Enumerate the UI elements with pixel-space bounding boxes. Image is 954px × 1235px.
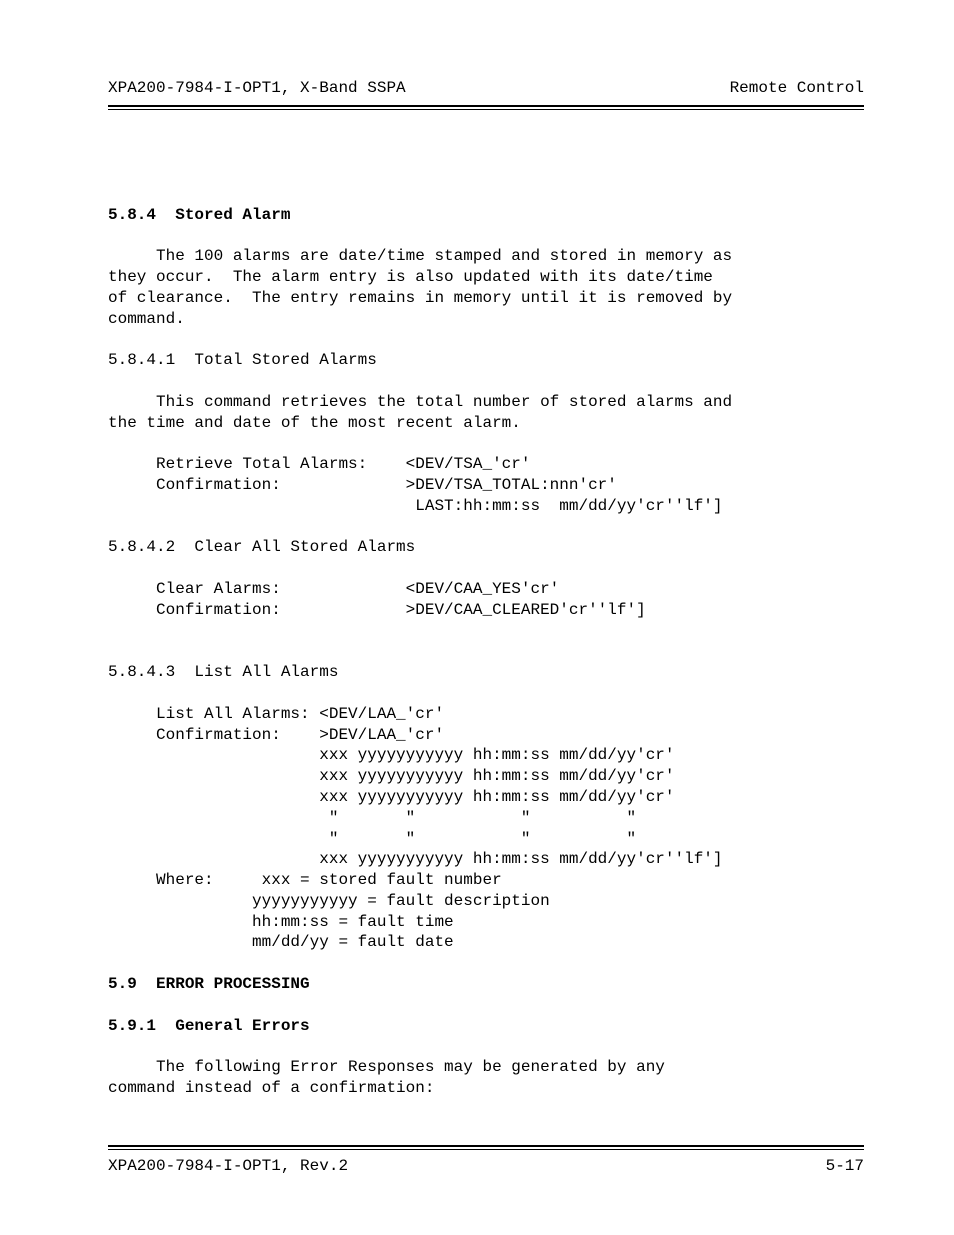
heading-5-8-4-1: 5.8.4.1 Total Stored Alarms [108, 351, 377, 369]
header-rule-heavy [108, 105, 864, 107]
block-5-8-4-1: Retrieve Total Alarms: <DEV/TSA_'cr' Con… [108, 455, 723, 515]
heading-5-9: 5.9 ERROR PROCESSING [108, 975, 310, 993]
heading-5-8-4-3: 5.8.4.3 List All Alarms [108, 663, 338, 681]
header-left: XPA200-7984-I-OPT1, X-Band SSPA [108, 78, 406, 99]
heading-5-8-4: 5.8.4 Stored Alarm [108, 206, 290, 224]
footer-rule-light [108, 1149, 864, 1150]
page-footer: XPA200-7984-I-OPT1, Rev.2 5-17 [108, 1145, 864, 1177]
block-5-8-4-2: Clear Alarms: <DEV/CAA_YES'cr' Confirmat… [108, 580, 646, 619]
body-content: 5.8.4 Stored Alarm The 100 alarms are da… [108, 110, 864, 1099]
footer-left: XPA200-7984-I-OPT1, Rev.2 [108, 1156, 348, 1177]
para-5-8-4: The 100 alarms are date/time stamped and… [108, 247, 732, 327]
page-header: XPA200-7984-I-OPT1, X-Band SSPA Remote C… [108, 78, 864, 99]
para-5-8-4-1: This command retrieves the total number … [108, 393, 732, 432]
block-5-8-4-3: List All Alarms: <DEV/LAA_'cr' Confirmat… [108, 705, 723, 952]
heading-5-9-1: 5.9.1 General Errors [108, 1017, 310, 1035]
footer-right: 5-17 [826, 1156, 864, 1177]
para-5-9-1: The following Error Responses may be gen… [108, 1058, 665, 1097]
page: XPA200-7984-I-OPT1, X-Band SSPA Remote C… [0, 0, 954, 1235]
footer-rule-heavy [108, 1145, 864, 1147]
heading-5-8-4-2: 5.8.4.2 Clear All Stored Alarms [108, 538, 415, 556]
header-right: Remote Control [730, 78, 864, 99]
